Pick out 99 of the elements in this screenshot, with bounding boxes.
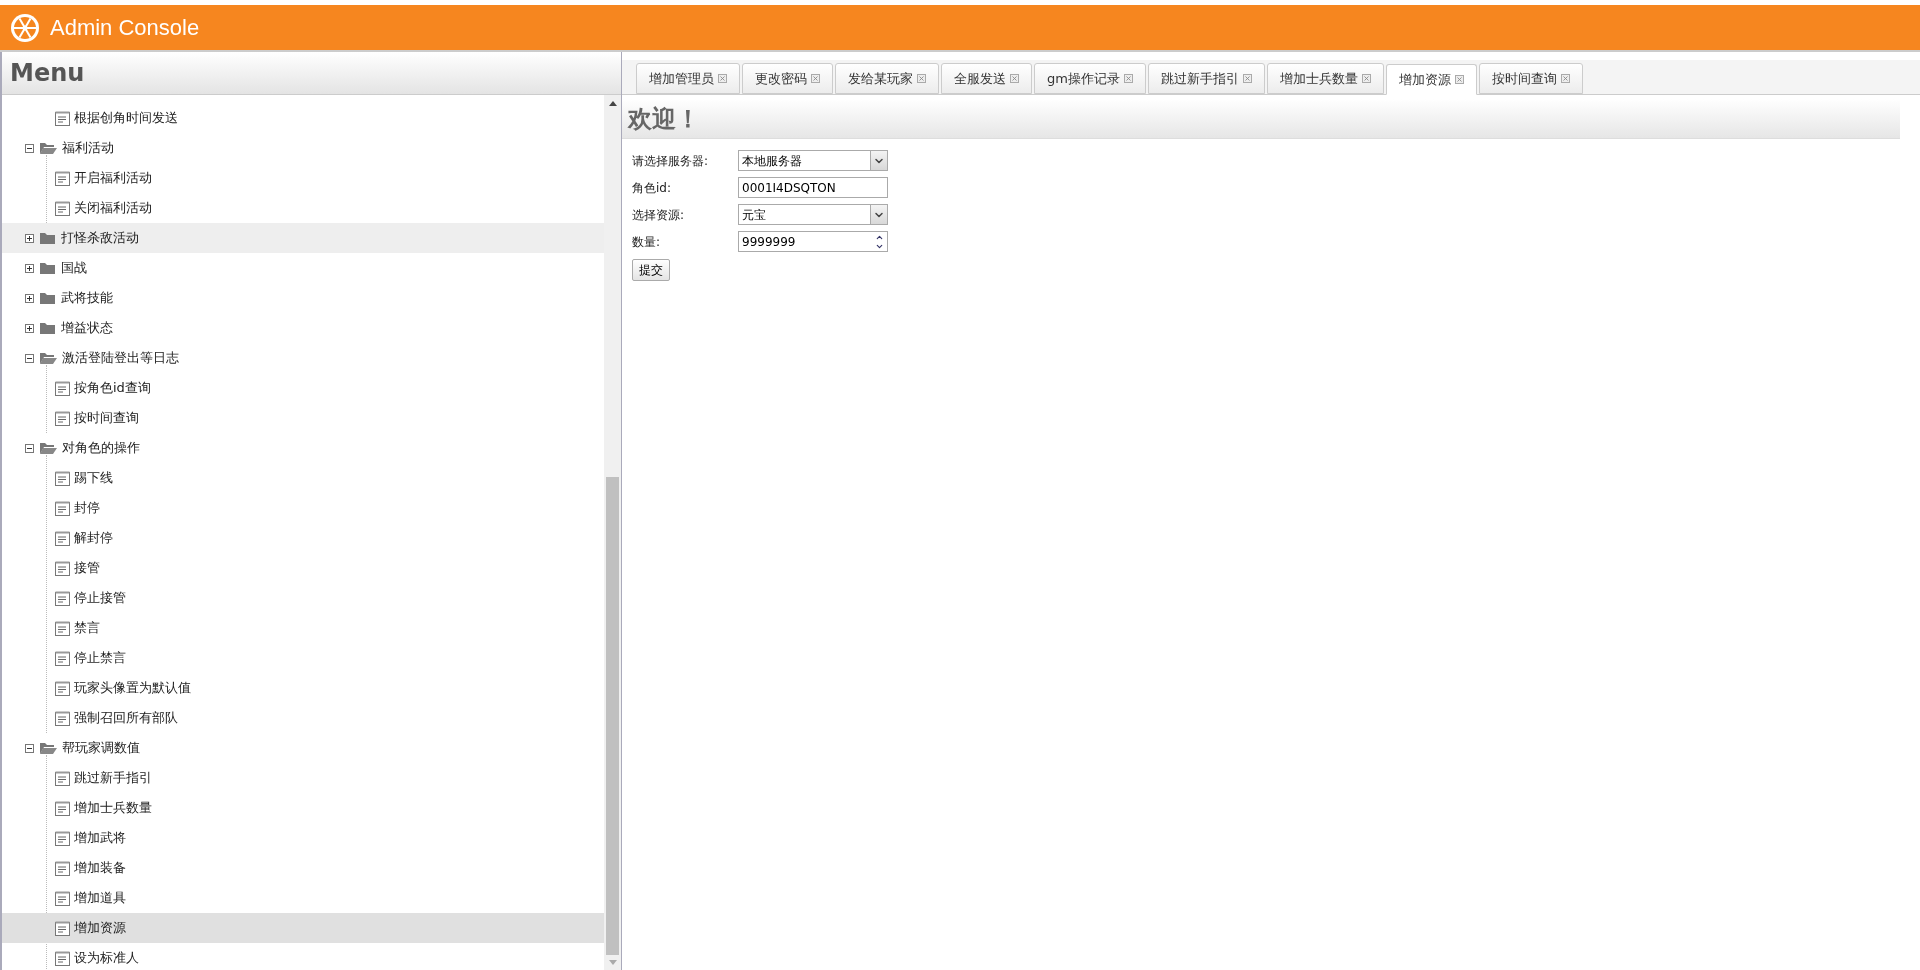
tree-folder[interactable]: 增益状态 bbox=[2, 313, 604, 343]
tab[interactable]: 更改密码 bbox=[742, 63, 833, 94]
close-icon[interactable] bbox=[917, 74, 926, 83]
document-icon bbox=[55, 860, 71, 876]
document-icon bbox=[55, 650, 71, 666]
document-icon bbox=[55, 890, 71, 906]
expand-icon[interactable] bbox=[25, 293, 34, 303]
tree-item[interactable]: 禁言 bbox=[2, 613, 604, 643]
document-icon bbox=[55, 770, 71, 786]
field-label: 选择资源: bbox=[632, 206, 686, 224]
folder-icon bbox=[39, 231, 56, 245]
expand-icon[interactable] bbox=[25, 323, 34, 333]
tree-item[interactable]: 增加士兵数量 bbox=[2, 793, 604, 823]
scroll-up-icon[interactable] bbox=[608, 101, 617, 106]
tree-item[interactable]: 根据创角时间发送 bbox=[2, 103, 604, 133]
open-folder-icon bbox=[39, 741, 57, 755]
tree-item[interactable]: 增加资源 bbox=[2, 913, 604, 943]
open-folder-icon bbox=[39, 141, 57, 155]
menu-title: Menu bbox=[10, 58, 85, 89]
field-label: 请选择服务器: bbox=[632, 152, 710, 170]
tree-item[interactable]: 接管 bbox=[2, 553, 604, 583]
tree-item[interactable]: 增加武将 bbox=[2, 823, 604, 853]
tree-item[interactable]: 封停 bbox=[2, 493, 604, 523]
document-icon bbox=[55, 830, 71, 846]
tab[interactable]: 增加士兵数量 bbox=[1266, 63, 1384, 94]
tab[interactable]: 增加资源 bbox=[1385, 64, 1477, 95]
document-icon bbox=[55, 380, 71, 396]
tab[interactable]: 按时间查询 bbox=[1478, 63, 1583, 94]
folder-icon bbox=[39, 321, 56, 335]
tree-folder[interactable]: 对角色的操作 bbox=[2, 433, 604, 463]
scrollbar[interactable] bbox=[604, 95, 621, 970]
collapse-icon[interactable] bbox=[25, 353, 34, 363]
tab[interactable]: 发给某玩家 bbox=[835, 63, 939, 94]
tree-item[interactable]: 解封停 bbox=[2, 523, 604, 553]
tree-item[interactable]: 开启福利活动 bbox=[2, 163, 604, 193]
tree-folder[interactable]: 国战 bbox=[2, 253, 604, 283]
folder-icon bbox=[39, 261, 56, 275]
document-icon bbox=[55, 800, 71, 816]
close-icon[interactable] bbox=[1454, 75, 1464, 84]
document-icon bbox=[55, 590, 71, 606]
document-icon bbox=[55, 560, 71, 576]
document-icon bbox=[55, 710, 71, 726]
tab[interactable]: gm操作记录 bbox=[1034, 63, 1146, 94]
tree-item[interactable]: 设为标准人 bbox=[2, 943, 604, 970]
tree-folder[interactable]: 武将技能 bbox=[2, 283, 604, 313]
tab[interactable]: 全服发送 bbox=[941, 63, 1032, 94]
collapse-icon[interactable] bbox=[25, 143, 34, 153]
document-icon bbox=[55, 410, 71, 426]
tab[interactable]: 跳过新手指引 bbox=[1147, 63, 1265, 94]
panel-title: 欢迎！ bbox=[628, 103, 700, 135]
tree-folder[interactable]: 激活登陆登出等日志 bbox=[2, 343, 604, 373]
document-icon bbox=[55, 950, 71, 966]
document-icon bbox=[55, 680, 71, 696]
close-icon[interactable] bbox=[1242, 74, 1252, 83]
tree-item[interactable]: 按时间查询 bbox=[2, 403, 604, 433]
close-icon[interactable] bbox=[1361, 74, 1371, 83]
document-icon bbox=[55, 110, 71, 126]
tree-item[interactable]: 停止接管 bbox=[2, 583, 604, 613]
open-folder-icon bbox=[39, 441, 57, 455]
document-icon bbox=[55, 200, 71, 216]
tree-item[interactable]: 强制召回所有部队 bbox=[2, 703, 604, 733]
close-icon[interactable] bbox=[1560, 74, 1570, 83]
tree-item[interactable]: 停止禁言 bbox=[2, 643, 604, 673]
tab[interactable]: 增加管理员 bbox=[636, 63, 740, 94]
tree-folder[interactable]: 帮玩家调数值 bbox=[2, 733, 604, 763]
document-icon bbox=[55, 500, 71, 516]
field-label: 数量: bbox=[632, 233, 662, 251]
close-icon[interactable] bbox=[1010, 74, 1019, 83]
tree-item[interactable]: 跳过新手指引 bbox=[2, 763, 604, 793]
number-field[interactable]: 9999999 bbox=[738, 231, 888, 252]
tree-folder[interactable]: 福利活动 bbox=[2, 133, 604, 163]
collapse-icon[interactable] bbox=[25, 743, 34, 753]
expand-icon[interactable] bbox=[25, 233, 34, 243]
tree-item[interactable]: 玩家头像置为默认值 bbox=[2, 673, 604, 703]
app-title: Admin Console bbox=[50, 14, 200, 42]
open-folder-icon bbox=[39, 351, 57, 365]
close-icon[interactable] bbox=[1123, 74, 1133, 83]
document-icon bbox=[55, 170, 71, 186]
document-icon bbox=[55, 470, 71, 486]
tree-item[interactable]: 增加道具 bbox=[2, 883, 604, 913]
tree-folder[interactable]: 打怪杀敌活动 bbox=[2, 223, 604, 253]
input-field[interactable]: 0001I4DSQTON bbox=[738, 177, 888, 198]
submit-button[interactable]: 提交 bbox=[632, 259, 670, 281]
expand-icon[interactable] bbox=[25, 263, 34, 273]
document-icon bbox=[55, 620, 71, 636]
dropdown-field[interactable]: 元宝 bbox=[738, 204, 888, 225]
collapse-icon[interactable] bbox=[25, 443, 34, 453]
fruit-slice-logo-icon bbox=[10, 12, 40, 43]
folder-icon bbox=[39, 291, 56, 305]
document-icon bbox=[55, 920, 71, 936]
document-icon bbox=[55, 530, 71, 546]
tree-item[interactable]: 关闭福利活动 bbox=[2, 193, 604, 223]
field-label: 角色id: bbox=[632, 179, 672, 197]
close-icon[interactable] bbox=[811, 74, 820, 83]
dropdown-field[interactable]: 本地服务器 bbox=[738, 150, 888, 171]
tree-item[interactable]: 踢下线 bbox=[2, 463, 604, 493]
close-icon[interactable] bbox=[718, 74, 727, 83]
tree-item[interactable]: 增加装备 bbox=[2, 853, 604, 883]
tree-item[interactable]: 按角色id查询 bbox=[2, 373, 604, 403]
